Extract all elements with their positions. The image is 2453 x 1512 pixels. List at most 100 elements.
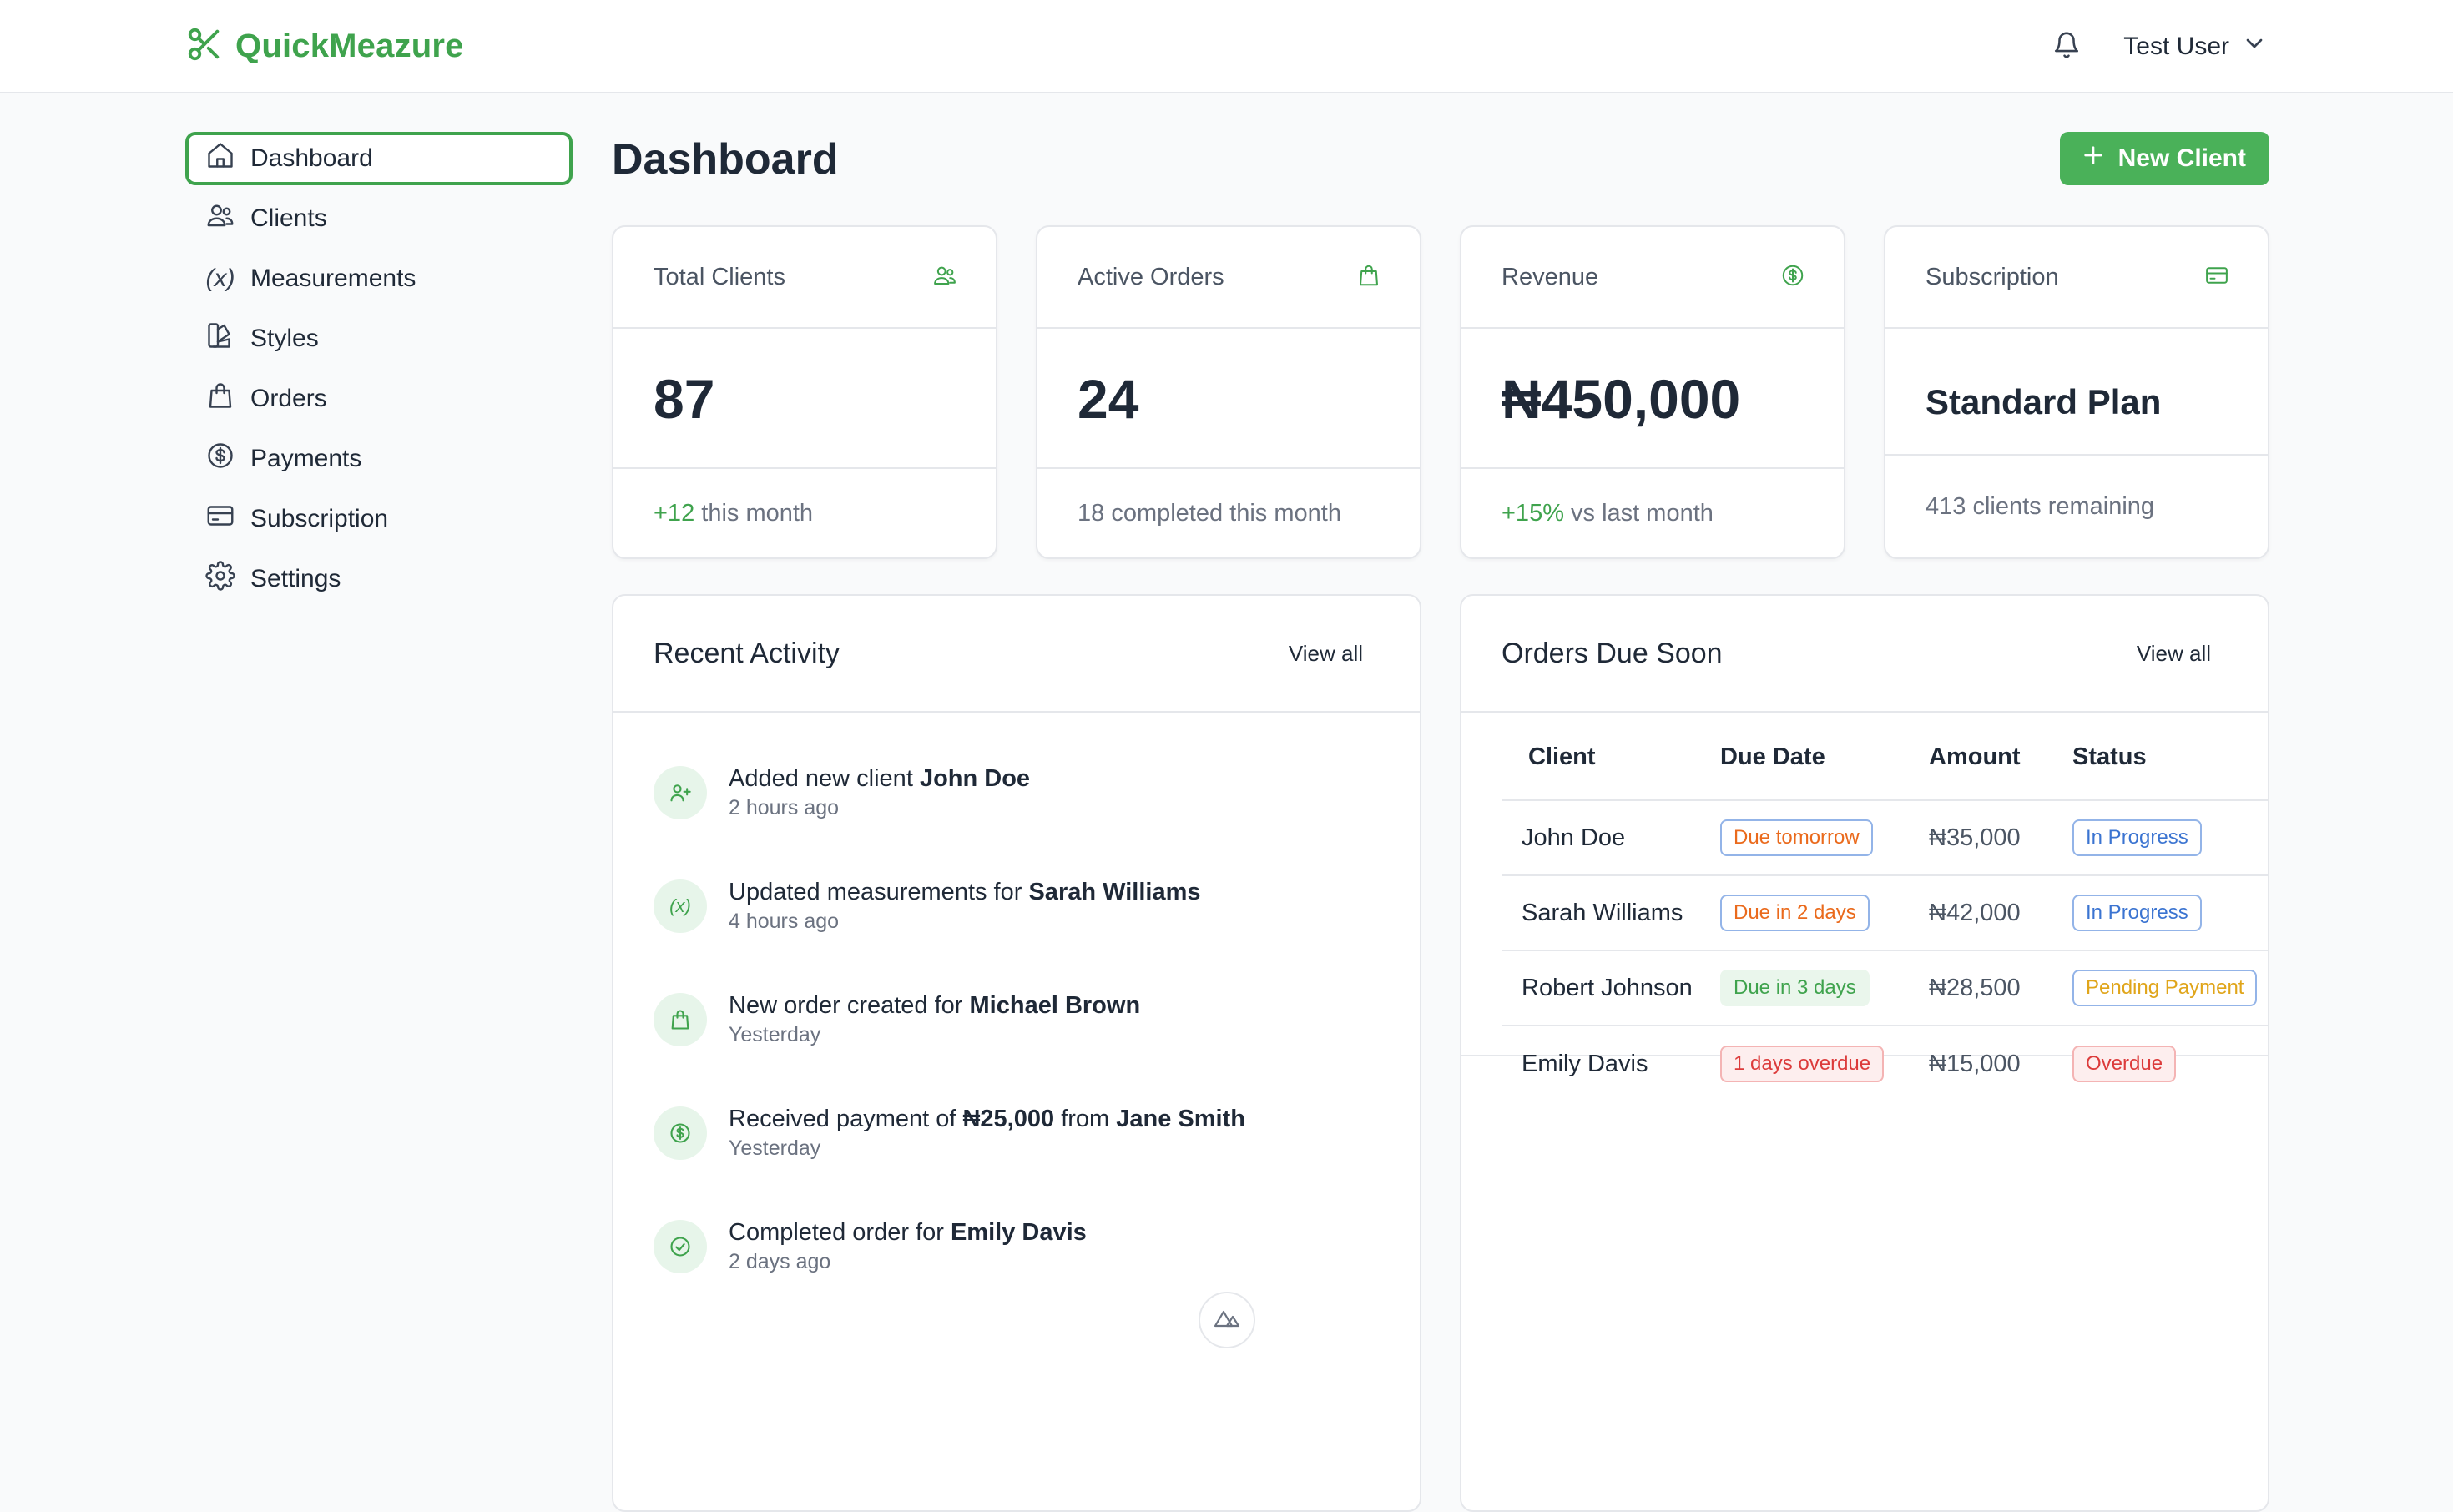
sidebar-item-styles[interactable]: Styles <box>185 312 573 365</box>
credit-card-icon <box>205 501 235 537</box>
activity-subject: Sarah Williams <box>1028 879 1201 905</box>
column-header: Client <box>1528 743 1596 770</box>
bell-icon <box>2052 31 2081 63</box>
stat-change: +12 <box>654 499 695 527</box>
stat-value: 87 <box>654 368 715 430</box>
user-plus-icon <box>654 766 707 819</box>
user-name: Test User <box>2123 33 2229 60</box>
sidebar-item-label: Styles <box>250 325 319 352</box>
list-item: Received payment of ₦25,000 from Jane Sm… <box>654 1103 1380 1217</box>
dollar-circle-icon <box>205 441 235 477</box>
stat-label: Active Orders <box>1078 263 1224 290</box>
sidebar-item-dashboard[interactable]: Dashboard <box>185 132 573 185</box>
table-row[interactable]: Emily Davis 1 days overdue ₦15,000 Overd… <box>1502 1026 2269 1101</box>
top-bar: QuickMeazure Test User <box>0 0 2453 93</box>
status-badge: Overdue <box>2072 1046 2177 1082</box>
new-client-button[interactable]: New Client <box>2059 132 2269 185</box>
plus-icon <box>2080 142 2107 175</box>
sidebar-item-measurements[interactable]: (x) Measurements <box>185 252 573 305</box>
client-cell: Sarah Williams <box>1522 899 1683 926</box>
nuxt-icon <box>1212 1308 1242 1333</box>
activity-subject: Emily Davis <box>950 1219 1087 1246</box>
chevron-down-icon <box>2241 30 2268 63</box>
brand-logo[interactable]: QuickMeazure <box>185 25 464 68</box>
activity-time: 2 hours ago <box>729 796 840 819</box>
stat-footer: +12 this month <box>613 467 996 557</box>
stat-footer-text: vs last month <box>1563 499 1714 527</box>
activity-text: Completed order for <box>729 1219 951 1246</box>
stat-label: Total Clients <box>654 263 785 290</box>
activity-text: New order created for <box>729 992 970 1019</box>
sidebar-item-label: Dashboard <box>250 144 373 172</box>
activity-subject: Michael Brown <box>969 992 1141 1019</box>
amount-cell: ₦15,000 <box>1929 1050 2021 1077</box>
status-badge: In Progress <box>2072 819 2202 856</box>
gear-icon <box>205 561 235 597</box>
stat-label: Revenue <box>1502 263 1599 290</box>
activity-text: Updated measurements for <box>729 879 1029 905</box>
table-row[interactable]: Robert Johnson Due in 3 days ₦28,500 Pen… <box>1502 951 2269 1026</box>
due-date-badge: Due in 2 days <box>1720 895 1870 931</box>
activity-time: Yesterday <box>729 1137 821 1160</box>
activity-text: Added new client <box>729 765 920 792</box>
orders-due-panel: Orders Due Soon View all Client Due Date… <box>1460 594 2269 1512</box>
users-icon <box>205 200 235 237</box>
dollar-circle-icon <box>654 1106 707 1160</box>
activity-text: from <box>1054 1106 1117 1132</box>
sidebar-item-subscription[interactable]: Subscription <box>185 492 573 546</box>
activity-amount: ₦25,000 <box>962 1106 1055 1132</box>
sidebar-item-label: Clients <box>250 204 327 232</box>
stat-card-active-orders: Active Orders 24 18 completed this month <box>1036 225 1421 559</box>
activity-time: 2 days ago <box>729 1250 831 1273</box>
stat-value: 24 <box>1078 368 1139 430</box>
status-badge: In Progress <box>2072 895 2202 931</box>
stat-footer: 413 clients remaining <box>1885 454 2268 557</box>
shopping-bag-icon <box>654 993 707 1046</box>
panel-title: Recent Activity <box>654 637 840 669</box>
page-title: Dashboard <box>612 135 839 184</box>
sidebar-item-label: Settings <box>250 565 341 592</box>
sidebar-item-clients[interactable]: Clients <box>185 192 573 245</box>
dollar-circle-icon <box>1780 263 1805 292</box>
sidebar-item-label: Payments <box>250 445 362 472</box>
stat-card-total-clients: Total Clients 87 +12 this month <box>612 225 997 559</box>
check-circle-icon <box>654 1220 707 1273</box>
due-date-badge: Due tomorrow <box>1720 819 1873 856</box>
stat-footer-text: 18 completed this month <box>1078 499 1341 527</box>
sidebar-item-label: Orders <box>250 385 327 412</box>
client-cell: Emily Davis <box>1522 1050 1648 1077</box>
table-row[interactable]: John Doe Due tomorrow ₦35,000 In Progres… <box>1502 801 2269 876</box>
column-header: Status <box>2072 743 2147 770</box>
shopping-bag-icon <box>205 381 235 417</box>
due-date-badge: Due in 3 days <box>1720 970 1870 1006</box>
activity-text: Received payment of <box>729 1106 963 1132</box>
user-menu[interactable]: Test User <box>2123 30 2268 63</box>
sidebar-item-settings[interactable]: Settings <box>185 552 573 606</box>
view-all-link[interactable]: View all <box>2137 641 2211 667</box>
amount-cell: ₦28,500 <box>1929 974 2021 1001</box>
activity-subject: Jane Smith <box>1116 1106 1245 1132</box>
stat-card-revenue: Revenue ₦450,000 +15% vs last month <box>1460 225 1845 559</box>
users-icon <box>932 263 957 292</box>
sidebar-item-label: Subscription <box>250 505 389 532</box>
sidebar-item-payments[interactable]: Payments <box>185 432 573 486</box>
notifications-button[interactable] <box>2043 23 2090 70</box>
credit-card-icon <box>2204 263 2229 292</box>
activity-time: 4 hours ago <box>729 910 840 933</box>
client-cell: Robert Johnson <box>1522 974 1693 1001</box>
sidebar-item-label: Measurements <box>250 265 416 292</box>
table-row[interactable]: Sarah Williams Due in 2 days ₦42,000 In … <box>1502 876 2269 951</box>
sidebar: Dashboard Clients (x) Measurements Style… <box>185 132 573 612</box>
sidebar-item-orders[interactable]: Orders <box>185 372 573 426</box>
stat-card-subscription: Subscription Standard Plan 413 clients r… <box>1884 225 2269 559</box>
variable-icon: (x) <box>205 265 235 292</box>
list-item: New order created for Michael Brown Yest… <box>654 990 1380 1103</box>
shopping-bag-icon <box>1356 263 1381 292</box>
stat-footer-text: 413 clients remaining <box>1926 492 2155 520</box>
brand-name: QuickMeazure <box>235 28 464 64</box>
stat-value: Standard Plan <box>1926 382 2162 421</box>
view-all-link[interactable]: View all <box>1289 641 1363 667</box>
activity-subject: John Doe <box>919 765 1031 792</box>
nuxt-devtools-button[interactable] <box>1199 1292 1255 1348</box>
due-date-badge: 1 days overdue <box>1720 1046 1885 1082</box>
